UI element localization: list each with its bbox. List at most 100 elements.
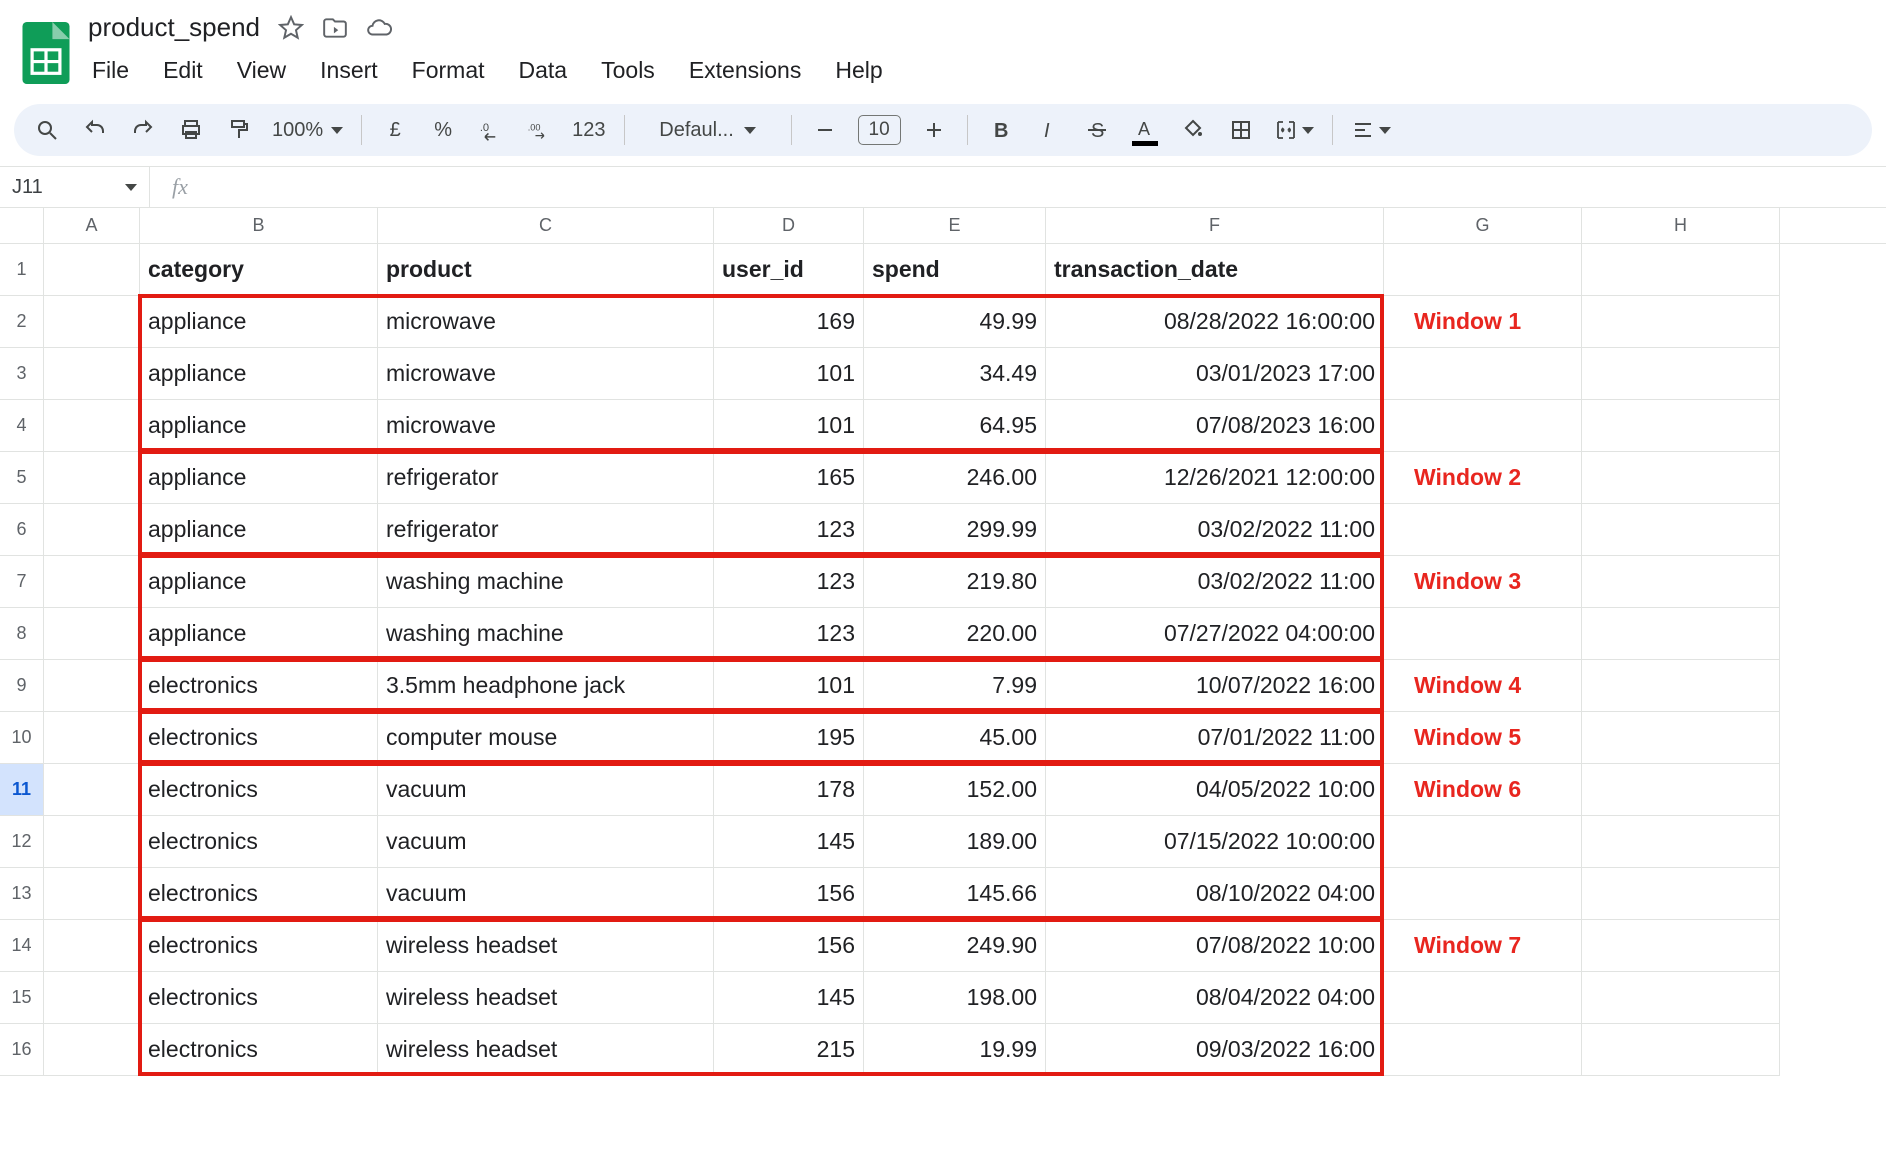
- move-icon[interactable]: [322, 15, 348, 41]
- cell[interactable]: [44, 556, 140, 608]
- cell[interactable]: electronics: [140, 712, 378, 764]
- cell[interactable]: 156: [714, 868, 864, 920]
- cell[interactable]: [1582, 920, 1780, 972]
- cell[interactable]: 145: [714, 816, 864, 868]
- cell[interactable]: 07/01/2022 11:00: [1046, 712, 1384, 764]
- cell[interactable]: [1582, 1024, 1780, 1076]
- row-header-7[interactable]: 7: [0, 556, 44, 608]
- menu-file[interactable]: File: [88, 53, 133, 88]
- cell[interactable]: user_id: [714, 244, 864, 296]
- cell[interactable]: microwave: [378, 348, 714, 400]
- cell[interactable]: 198.00: [864, 972, 1046, 1024]
- cell[interactable]: [44, 608, 140, 660]
- cell[interactable]: [1384, 348, 1582, 400]
- cell[interactable]: 152.00: [864, 764, 1046, 816]
- cell[interactable]: vacuum: [378, 764, 714, 816]
- cell[interactable]: appliance: [140, 400, 378, 452]
- cell[interactable]: 07/15/2022 10:00:00: [1046, 816, 1384, 868]
- zoom-select[interactable]: 100%: [272, 112, 343, 148]
- cell[interactable]: appliance: [140, 504, 378, 556]
- cell[interactable]: appliance: [140, 348, 378, 400]
- strikethrough-button[interactable]: S: [1082, 112, 1112, 148]
- cell[interactable]: microwave: [378, 296, 714, 348]
- cell[interactable]: electronics: [140, 920, 378, 972]
- cell[interactable]: [44, 712, 140, 764]
- cell[interactable]: [1582, 712, 1780, 764]
- cell[interactable]: 219.80: [864, 556, 1046, 608]
- cell[interactable]: 08/28/2022 16:00:00: [1046, 296, 1384, 348]
- cell[interactable]: 165: [714, 452, 864, 504]
- row-header-2[interactable]: 2: [0, 296, 44, 348]
- menu-extensions[interactable]: Extensions: [685, 53, 806, 88]
- menu-insert[interactable]: Insert: [316, 53, 382, 88]
- cell[interactable]: [44, 764, 140, 816]
- cell[interactable]: [1582, 400, 1780, 452]
- cell[interactable]: 34.49: [864, 348, 1046, 400]
- column-header-A[interactable]: A: [44, 208, 140, 243]
- cell[interactable]: [1582, 296, 1780, 348]
- decrease-decimal-button[interactable]: .0: [476, 112, 506, 148]
- cell[interactable]: wireless headset: [378, 920, 714, 972]
- cell[interactable]: 220.00: [864, 608, 1046, 660]
- cell[interactable]: refrigerator: [378, 452, 714, 504]
- borders-button[interactable]: [1226, 112, 1256, 148]
- cell[interactable]: 12/26/2021 12:00:00: [1046, 452, 1384, 504]
- cell[interactable]: [1384, 400, 1582, 452]
- cell[interactable]: product: [378, 244, 714, 296]
- column-header-B[interactable]: B: [140, 208, 378, 243]
- menu-format[interactable]: Format: [408, 53, 489, 88]
- column-header-E[interactable]: E: [864, 208, 1046, 243]
- row-header-13[interactable]: 13: [0, 868, 44, 920]
- cell[interactable]: Window 1: [1384, 296, 1582, 348]
- undo-icon[interactable]: [80, 112, 110, 148]
- row-header-11[interactable]: 11: [0, 764, 44, 816]
- cell[interactable]: [1384, 972, 1582, 1024]
- horizontal-align-button[interactable]: [1351, 112, 1391, 148]
- cell[interactable]: electronics: [140, 660, 378, 712]
- cell[interactable]: microwave: [378, 400, 714, 452]
- cell[interactable]: washing machine: [378, 556, 714, 608]
- cell[interactable]: [44, 1024, 140, 1076]
- cell[interactable]: 07/27/2022 04:00:00: [1046, 608, 1384, 660]
- menu-data[interactable]: Data: [515, 53, 572, 88]
- row-header-6[interactable]: 6: [0, 504, 44, 556]
- cell[interactable]: refrigerator: [378, 504, 714, 556]
- search-icon[interactable]: [32, 112, 62, 148]
- cell[interactable]: [44, 868, 140, 920]
- cell[interactable]: [44, 972, 140, 1024]
- cell[interactable]: [44, 244, 140, 296]
- cell[interactable]: electronics: [140, 764, 378, 816]
- cell[interactable]: electronics: [140, 816, 378, 868]
- cell[interactable]: 03/02/2022 11:00: [1046, 556, 1384, 608]
- cell[interactable]: 195: [714, 712, 864, 764]
- cell[interactable]: Window 3: [1384, 556, 1582, 608]
- cell[interactable]: appliance: [140, 556, 378, 608]
- cell[interactable]: 145.66: [864, 868, 1046, 920]
- cell[interactable]: [44, 816, 140, 868]
- cell[interactable]: Window 4: [1384, 660, 1582, 712]
- font-size-input[interactable]: 10: [858, 115, 901, 145]
- column-header-C[interactable]: C: [378, 208, 714, 243]
- cell[interactable]: 156: [714, 920, 864, 972]
- cell[interactable]: 3.5mm headphone jack: [378, 660, 714, 712]
- cell[interactable]: [44, 296, 140, 348]
- formula-bar-input[interactable]: [210, 167, 1886, 207]
- cell[interactable]: 215: [714, 1024, 864, 1076]
- row-header-12[interactable]: 12: [0, 816, 44, 868]
- cell[interactable]: 19.99: [864, 1024, 1046, 1076]
- cell[interactable]: [1582, 868, 1780, 920]
- cell[interactable]: electronics: [140, 1024, 378, 1076]
- cell[interactable]: 09/03/2022 16:00: [1046, 1024, 1384, 1076]
- cell[interactable]: appliance: [140, 608, 378, 660]
- more-formats-button[interactable]: 123: [572, 112, 605, 148]
- cell[interactable]: 64.95: [864, 400, 1046, 452]
- fill-color-button[interactable]: [1178, 112, 1208, 148]
- cell[interactable]: 246.00: [864, 452, 1046, 504]
- cell[interactable]: 07/08/2023 16:00: [1046, 400, 1384, 452]
- cell[interactable]: 101: [714, 348, 864, 400]
- row-header-3[interactable]: 3: [0, 348, 44, 400]
- menu-edit[interactable]: Edit: [159, 53, 207, 88]
- cell[interactable]: computer mouse: [378, 712, 714, 764]
- spreadsheet-grid[interactable]: ABCDEFGH 12345678910111213141516 categor…: [0, 208, 1886, 1128]
- menu-view[interactable]: View: [233, 53, 290, 88]
